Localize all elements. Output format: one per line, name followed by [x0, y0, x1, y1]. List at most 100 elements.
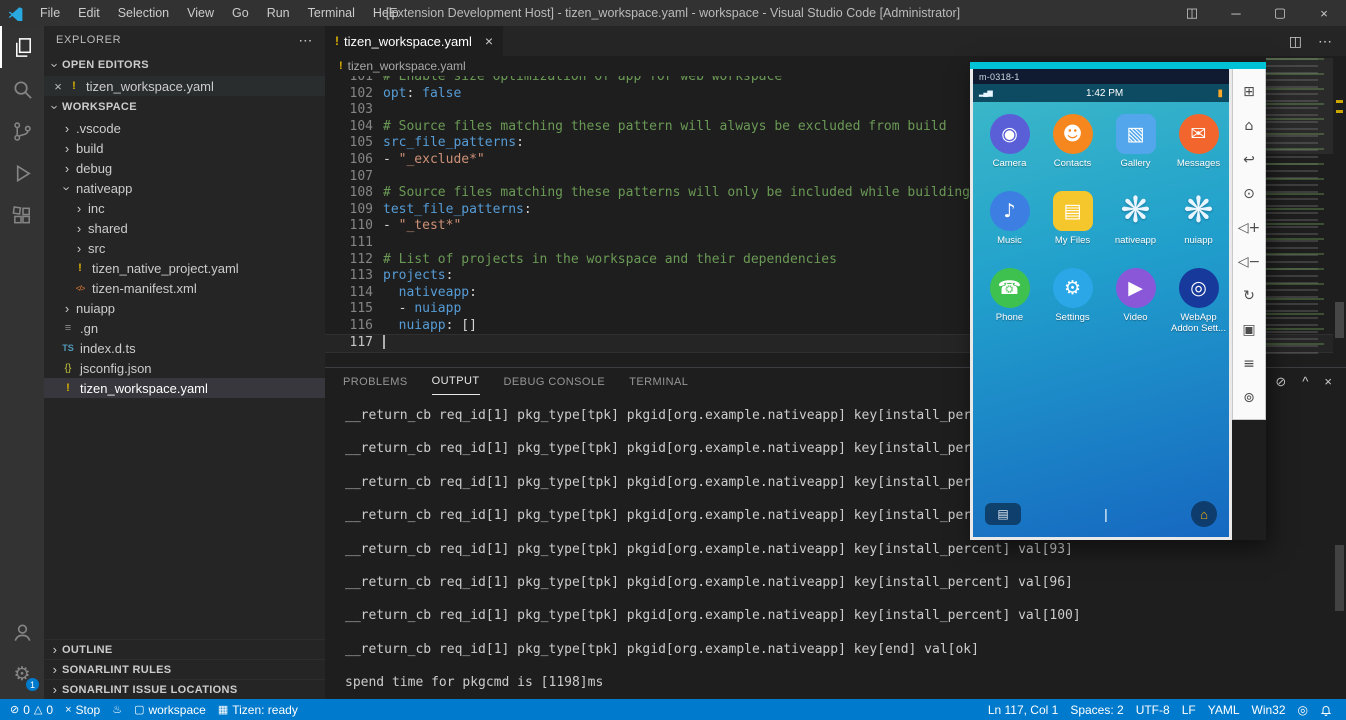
tab-terminal[interactable]: TERMINAL [629, 368, 688, 395]
scrollbar-thumb[interactable] [1335, 302, 1344, 338]
notifications-bell-icon[interactable] [1314, 699, 1338, 720]
encoding[interactable]: UTF-8 [1130, 699, 1176, 720]
flame-status[interactable]: ♨ [106, 699, 128, 720]
tree-file-tizen-manifest.xml[interactable]: </>tizen-manifest.xml [44, 278, 325, 298]
panel-scrollbar[interactable] [1333, 395, 1346, 699]
emulator-screen[interactable]: ▂▄▆ 1:42 PM ▮ ◉Camera☻Contacts▧Gallery✉M… [973, 84, 1229, 537]
control-panel-icon[interactable]: ≡ [1233, 347, 1265, 381]
app-phone[interactable]: ☎Phone [978, 268, 1041, 345]
tree-folder-nativeapp[interactable]: ›nativeapp [44, 178, 325, 198]
task-switcher-button[interactable]: ▤ [985, 503, 1021, 525]
tree-file-tizen_workspace.yaml[interactable]: !tizen_workspace.yaml [44, 378, 325, 398]
volume-up-icon[interactable]: ◁+ [1233, 211, 1265, 245]
editor-scrollbar[interactable] [1333, 56, 1346, 367]
menu-selection[interactable]: Selection [109, 0, 178, 26]
menu-run[interactable]: Run [258, 0, 299, 26]
home-button[interactable]: ⌂ [1191, 501, 1217, 527]
tree-file-index.d.ts[interactable]: TSindex.d.ts [44, 338, 325, 358]
back-icon[interactable]: ↩ [1233, 143, 1265, 177]
source-control-icon[interactable] [0, 110, 44, 152]
warning-mark [1336, 100, 1343, 103]
app-messages[interactable]: ✉Messages [1167, 114, 1229, 191]
workspace-status[interactable]: ▢ workspace [128, 699, 212, 720]
sidebar-more-icon[interactable]: ⋯ [298, 32, 313, 49]
problems-indicator[interactable]: ⊘ 0 △ 0 [4, 699, 59, 720]
close-tab-icon[interactable]: × [485, 33, 493, 49]
minimap[interactable] [1266, 58, 1333, 358]
shell-icon[interactable]: ▣ [1233, 313, 1265, 347]
maximize-icon[interactable]: ▢ [1258, 0, 1302, 26]
line-content: opt: false [383, 86, 461, 103]
app-nuiapp[interactable]: ❋nuiapp [1167, 191, 1229, 268]
extensions-icon[interactable] [0, 194, 44, 236]
stop-button[interactable]: × Stop [59, 699, 106, 720]
accounts-icon[interactable] [0, 611, 44, 653]
cursor-position[interactable]: Ln 117, Col 1 [982, 699, 1065, 720]
sonarlint-issues-section[interactable]: ›SONARLINT ISSUE LOCATIONS [44, 679, 325, 699]
outline-section[interactable]: ›OUTLINE [44, 639, 325, 659]
indentation[interactable]: Spaces: 2 [1064, 699, 1129, 720]
tab-output[interactable]: OUTPUT [432, 368, 480, 395]
clear-output-icon[interactable]: ⊘ [1275, 374, 1286, 390]
volume-down-icon[interactable]: ◁− [1233, 245, 1265, 279]
feedback-icon[interactable]: ◎ [1292, 699, 1314, 720]
rotate-icon[interactable]: ↻ [1233, 279, 1265, 313]
menu-help[interactable]: Help [364, 0, 408, 26]
close-editor-icon[interactable]: × [50, 79, 66, 94]
screenshot-icon[interactable]: ⊚ [1233, 381, 1265, 415]
tree-folder-shared[interactable]: ›shared [44, 218, 325, 238]
tab-debug-console[interactable]: DEBUG CONSOLE [504, 368, 606, 395]
tree-folder-nuiapp[interactable]: ›nuiapp [44, 298, 325, 318]
settings-gear-icon[interactable]: ⚙ 1 [0, 653, 44, 695]
editor-more-icon[interactable]: ⋯ [1318, 33, 1332, 50]
menu-file[interactable]: File [31, 0, 69, 26]
app-video[interactable]: ▶Video [1104, 268, 1167, 345]
app-my-files[interactable]: ▤My Files [1041, 191, 1104, 268]
menu-go[interactable]: Go [223, 0, 258, 26]
tree-file-.gn[interactable]: ≡.gn [44, 318, 325, 338]
menu-terminal[interactable]: Terminal [299, 0, 364, 26]
multi-window-icon[interactable]: ⊞ [1233, 75, 1265, 109]
app-gallery[interactable]: ▧Gallery [1104, 114, 1167, 191]
file-tree: ›.vscode›build›debug›nativeapp›inc›share… [44, 118, 325, 398]
app-nativeapp[interactable]: ❋nativeapp [1104, 191, 1167, 268]
text-cursor [383, 335, 385, 349]
emulator-title-bar[interactable]: m-0318-1 [973, 69, 1229, 84]
split-editor-icon[interactable]: ◫ [1289, 33, 1302, 50]
tab-problems[interactable]: PROBLEMS [343, 368, 408, 395]
tab-tizen-workspace-yaml[interactable]: ! tizen_workspace.yaml × [325, 26, 503, 56]
scrollbar-thumb[interactable] [1335, 545, 1344, 611]
app-camera[interactable]: ◉Camera [978, 114, 1041, 191]
workspace-section[interactable]: › WORKSPACE [44, 96, 325, 118]
maximize-panel-icon[interactable]: ^ [1302, 374, 1308, 389]
tree-file-tizen_native_project.yaml[interactable]: !tizen_native_project.yaml [44, 258, 325, 278]
menu-edit[interactable]: Edit [69, 0, 109, 26]
menu-view[interactable]: View [178, 0, 223, 26]
close-icon[interactable]: × [1302, 0, 1346, 26]
app-contacts[interactable]: ☻Contacts [1041, 114, 1104, 191]
open-editors-section[interactable]: › OPEN EDITORS [44, 54, 325, 76]
power-icon[interactable]: ⊙ [1233, 177, 1265, 211]
tree-folder-src[interactable]: ›src [44, 238, 325, 258]
app-webapp-addon-sett-[interactable]: ◎WebApp Addon Sett... [1167, 268, 1229, 345]
language-mode[interactable]: YAML [1202, 699, 1246, 720]
platform-indicator[interactable]: Win32 [1246, 699, 1292, 720]
minimize-icon[interactable]: ─ [1214, 0, 1258, 26]
eol-sequence[interactable]: LF [1176, 699, 1202, 720]
app-music[interactable]: ♪Music [978, 191, 1041, 268]
tizen-status[interactable]: ▦ Tizen: ready [212, 699, 304, 720]
tree-folder-inc[interactable]: ›inc [44, 198, 325, 218]
run-debug-icon[interactable] [0, 152, 44, 194]
close-panel-icon[interactable]: × [1324, 374, 1332, 389]
home-icon[interactable]: ⌂ [1233, 109, 1265, 143]
layout-toggle-icon[interactable]: ◫ [1170, 0, 1214, 26]
app-settings[interactable]: ⚙Settings [1041, 268, 1104, 345]
sonarlint-rules-section[interactable]: ›SONARLINT RULES [44, 659, 325, 679]
tree-folder-build[interactable]: ›build [44, 138, 325, 158]
tree-file-jsconfig.json[interactable]: {}jsconfig.json [44, 358, 325, 378]
tree-folder-.vscode[interactable]: ›.vscode [44, 118, 325, 138]
search-icon[interactable] [0, 68, 44, 110]
open-editor-item[interactable]: × ! tizen_workspace.yaml [44, 76, 325, 96]
explorer-icon[interactable] [0, 26, 44, 68]
tree-folder-debug[interactable]: ›debug [44, 158, 325, 178]
